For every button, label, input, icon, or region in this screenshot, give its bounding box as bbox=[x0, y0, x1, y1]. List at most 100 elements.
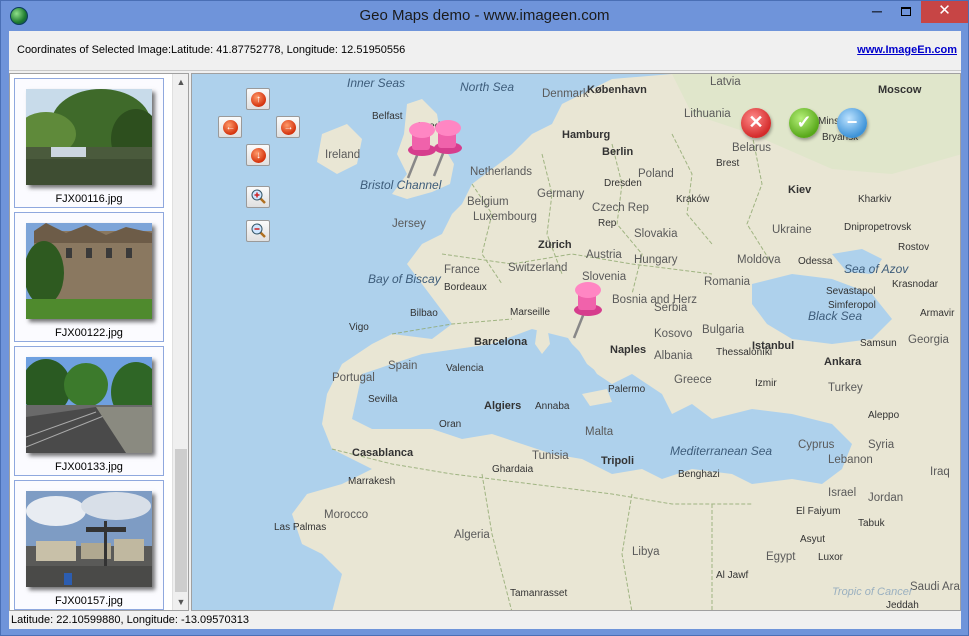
pan-down-button[interactable]: ↓ bbox=[246, 144, 270, 166]
map-pin-icon[interactable] bbox=[566, 278, 606, 340]
map-label: Belgium bbox=[467, 196, 509, 208]
map-label: Ankara bbox=[824, 356, 862, 368]
coordinates-label: Coordinates of Selected Image: bbox=[17, 44, 172, 56]
map-label: Kharkiv bbox=[858, 194, 892, 205]
map-label: Bilbao bbox=[410, 308, 438, 319]
arrow-up-icon: ↑ bbox=[251, 92, 266, 107]
map-label: Tripoli bbox=[601, 455, 634, 467]
map-label: Syria bbox=[868, 439, 895, 451]
pan-up-button[interactable]: ↑ bbox=[246, 88, 270, 110]
window-title: Geo Maps demo - www.imageen.com bbox=[359, 7, 610, 24]
thumbnail-item[interactable]: FJX00116.jpg bbox=[14, 78, 164, 208]
cursor-coordinates: Latitude: 22.10599880, Longitude: -13.09… bbox=[11, 614, 249, 626]
maximize-button[interactable] bbox=[892, 1, 920, 23]
delete-marker-button[interactable]: ✕ bbox=[741, 108, 771, 138]
map-label: Tropic of Cancer bbox=[832, 586, 913, 598]
map-label: Malta bbox=[585, 426, 614, 438]
map-label: Ghardaia bbox=[492, 464, 534, 475]
thumbnail-image bbox=[26, 223, 152, 319]
close-button[interactable]: ✕ bbox=[921, 1, 968, 23]
zoom-in-icon bbox=[251, 189, 266, 204]
thumbnail-scrollbar[interactable]: ▲ ▼ bbox=[172, 74, 188, 610]
map-pin-icon[interactable] bbox=[426, 116, 466, 178]
map-label: Oran bbox=[439, 419, 462, 430]
map-label: Serbia bbox=[654, 302, 688, 314]
map-label: Spain bbox=[388, 360, 418, 372]
map-label: Simferopol bbox=[828, 300, 876, 311]
map-label: Valencia bbox=[446, 363, 484, 374]
map-label: Kiev bbox=[788, 184, 812, 196]
app-window: Geo Maps demo - www.imageen.com ─ ✕ Coor… bbox=[0, 0, 969, 636]
map-label: Czech Rep bbox=[592, 202, 649, 214]
map-label: Asyut bbox=[800, 534, 826, 545]
accept-marker-button[interactable]: ✓ bbox=[789, 108, 819, 138]
check-icon: ✓ bbox=[796, 112, 812, 132]
map-label: Mediterranean Sea bbox=[670, 444, 773, 458]
map-label: Izmir bbox=[755, 378, 777, 389]
remove-marker-button[interactable]: − bbox=[837, 108, 867, 138]
map-label: Slovakia bbox=[634, 228, 678, 240]
map-label: Tamanrasset bbox=[510, 588, 568, 599]
map-label: Tabuk bbox=[858, 518, 885, 529]
map-label: Vigo bbox=[349, 322, 369, 333]
thumbnail-list[interactable]: FJX00116.jpg FJX00122.jpg FJX00133.jpg F… bbox=[9, 73, 189, 611]
thumbnail-image bbox=[26, 89, 152, 185]
map-label: Luxembourg bbox=[473, 211, 537, 223]
map-label: Morocco bbox=[324, 509, 369, 521]
thumbnail-item[interactable]: FJX00133.jpg bbox=[14, 346, 164, 476]
pan-left-button[interactable]: ← bbox=[218, 116, 242, 138]
thumbnail-item[interactable]: FJX00122.jpg bbox=[14, 212, 164, 342]
arrow-left-icon: ← bbox=[223, 120, 238, 135]
thumbnail-image bbox=[26, 491, 152, 587]
map-label: Sea of Azov bbox=[844, 262, 909, 276]
scroll-thumb[interactable] bbox=[175, 449, 187, 592]
map-label: Albania bbox=[654, 350, 693, 362]
arrow-right-icon: → bbox=[281, 120, 296, 135]
map-label: Odessa bbox=[798, 256, 833, 267]
client-area: Coordinates of Selected Image: Latitude:… bbox=[9, 31, 961, 629]
map-label: Benghazi bbox=[678, 469, 720, 480]
thumbnail-label: FJX00157.jpg bbox=[55, 595, 123, 607]
arrow-down-icon: ↓ bbox=[251, 148, 266, 163]
scroll-down-arrow-icon[interactable]: ▼ bbox=[173, 594, 189, 610]
map-label: Switzerland bbox=[508, 262, 568, 274]
map-label: Ukraine bbox=[772, 224, 812, 236]
minus-icon: − bbox=[846, 112, 858, 132]
map-label: Israel bbox=[828, 487, 857, 499]
scroll-up-arrow-icon[interactable]: ▲ bbox=[173, 74, 189, 90]
minimize-icon: ─ bbox=[872, 3, 882, 19]
map-label: Poland bbox=[638, 168, 674, 180]
coordinates-value: Latitude: 41.87752778, Longitude: 12.519… bbox=[171, 44, 406, 56]
status-bar: Latitude: 22.10599880, Longitude: -13.09… bbox=[9, 611, 961, 629]
minimize-button[interactable]: ─ bbox=[863, 1, 891, 23]
zoom-in-button[interactable] bbox=[246, 186, 270, 208]
map-label: Krasnodar bbox=[892, 279, 939, 290]
map-label: Al Jawf bbox=[716, 570, 749, 581]
map-label: Ireland bbox=[325, 149, 361, 161]
map-label: Marrakesh bbox=[348, 476, 396, 487]
map-label: Turkey bbox=[828, 382, 863, 394]
imageen-link[interactable]: www.ImageEn.com bbox=[857, 44, 957, 56]
map-label: Kosovo bbox=[654, 328, 693, 340]
map-label: København bbox=[587, 84, 647, 96]
map-label: Cyprus bbox=[798, 439, 835, 451]
header-panel: Coordinates of Selected Image: Latitude:… bbox=[9, 31, 961, 71]
thumbnail-item[interactable]: FJX00157.jpg bbox=[14, 480, 164, 610]
maximize-icon bbox=[901, 7, 911, 16]
pan-right-button[interactable]: → bbox=[276, 116, 300, 138]
thumbnail-label: FJX00122.jpg bbox=[55, 327, 123, 339]
map-label: Rostov bbox=[898, 242, 930, 253]
map-label: North Sea bbox=[460, 80, 515, 94]
title-bar[interactable]: Geo Maps demo - www.imageen.com ─ ✕ bbox=[1, 1, 968, 31]
map-label: Georgia bbox=[908, 334, 949, 346]
map-label: Belfast bbox=[372, 111, 403, 122]
map-label: Casablanca bbox=[352, 447, 414, 459]
map-label: Algiers bbox=[484, 400, 522, 412]
map-view[interactable]: Inner Seas North Sea Bristol Channel Bay… bbox=[191, 73, 961, 611]
map-label: Armavir bbox=[920, 308, 955, 319]
map-label: Thessaloníki bbox=[716, 347, 773, 358]
map-label: Denmark bbox=[542, 88, 589, 100]
map-label: Algeria bbox=[454, 529, 490, 541]
map-label: Zürich bbox=[538, 239, 572, 251]
zoom-out-button[interactable] bbox=[246, 220, 270, 242]
